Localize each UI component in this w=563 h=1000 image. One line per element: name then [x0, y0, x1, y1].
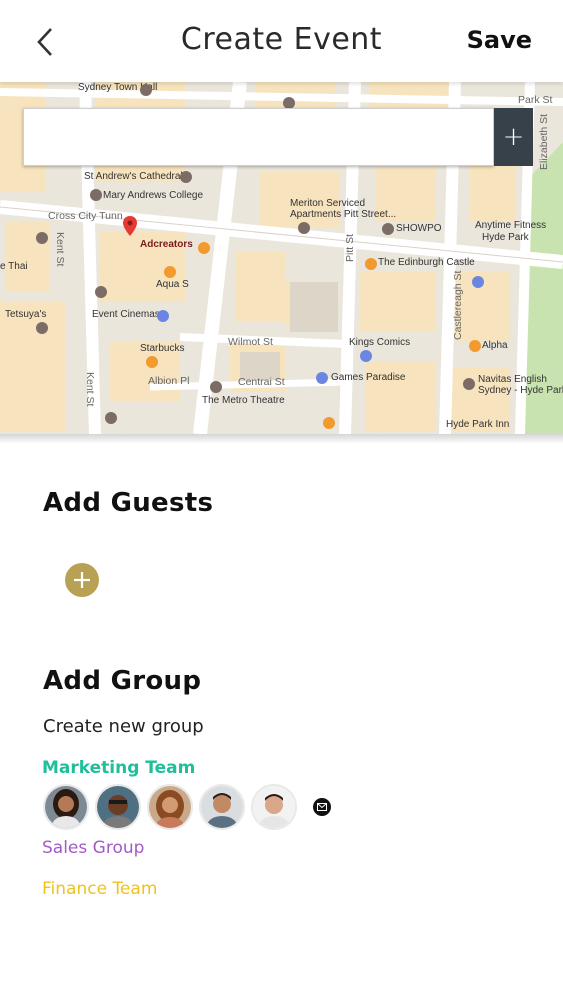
map-label: Albion Pl	[148, 375, 190, 387]
avatar-image	[149, 786, 191, 828]
poi-icon	[472, 276, 484, 288]
poi-icon	[316, 372, 328, 384]
map-label: Hyde Park	[482, 232, 529, 243]
message-group-button[interactable]	[313, 798, 331, 816]
map-label: The Metro Theatre	[202, 395, 285, 406]
add-group-title: Add Group	[43, 666, 202, 696]
plus-circle-icon	[74, 572, 90, 588]
map-label: Alpha	[482, 340, 508, 351]
map-label: The Edinburgh Castle	[378, 257, 475, 268]
poi-icon	[90, 189, 102, 201]
poi-icon	[198, 242, 210, 254]
map-label: e Thai	[0, 261, 28, 272]
location-search-input[interactable]	[24, 109, 493, 165]
add-guests-title: Add Guests	[43, 488, 214, 518]
map-label: Elizabeth St	[538, 113, 550, 170]
map-label: Event Cinemas	[92, 309, 160, 320]
poi-icon	[469, 340, 481, 352]
create-new-group-link[interactable]: Create new group	[43, 716, 204, 737]
poi-icon	[382, 223, 394, 235]
map-divider	[0, 434, 563, 444]
poi-icon	[463, 378, 475, 390]
poi-icon	[105, 412, 117, 424]
avatar-image	[97, 786, 139, 828]
avatar[interactable]	[95, 784, 141, 830]
map-label: Sydney - Hyde Park	[478, 385, 563, 396]
map-label: Cross City Tunn	[48, 210, 123, 222]
map-label: Hyde Park Inn	[446, 419, 510, 430]
map-label: Centrai St	[238, 376, 285, 388]
poi-icon	[298, 222, 310, 234]
location-search-box	[23, 108, 494, 166]
poi-icon	[36, 232, 48, 244]
app-header: Create Event Save	[0, 0, 563, 82]
poi-icon	[210, 381, 222, 393]
map-label: Park St	[518, 94, 553, 106]
avatar-image	[45, 786, 87, 828]
group-sales-group[interactable]: Sales Group	[42, 838, 144, 858]
map-label: Wilmot St	[228, 336, 273, 348]
poi-icon	[164, 266, 176, 278]
avatar-image	[201, 786, 243, 828]
map-label: Kent St	[54, 232, 66, 267]
avatar[interactable]	[147, 784, 193, 830]
map-label: Starbucks	[140, 343, 185, 354]
map-label: Castlereagh St	[452, 270, 464, 340]
add-location-button[interactable]: +	[494, 108, 533, 166]
save-button[interactable]: Save	[467, 26, 532, 54]
map-label: SHOWPO	[396, 223, 442, 234]
avatar-image	[253, 786, 295, 828]
poi-icon	[36, 322, 48, 334]
map-label: Aqua S	[156, 279, 189, 290]
add-guest-button[interactable]	[65, 563, 99, 597]
avatar[interactable]	[251, 784, 297, 830]
poi-icon	[95, 286, 107, 298]
group-members	[43, 784, 331, 830]
group-finance-team[interactable]: Finance Team	[42, 879, 157, 899]
map-label: Navitas English	[478, 374, 547, 385]
avatar[interactable]	[199, 784, 245, 830]
envelope-icon	[317, 803, 327, 811]
poi-icon	[360, 350, 372, 362]
map-view[interactable]: Sydney Town Hall Park St St Andrew's Cat…	[0, 82, 563, 434]
poi-icon	[365, 258, 377, 270]
map-label: Kent St	[84, 372, 96, 407]
location-pin-icon	[123, 216, 137, 236]
map-label: Meriton Serviced	[290, 198, 366, 209]
poi-icon	[323, 417, 335, 429]
poi-icon	[157, 310, 169, 322]
map-label: Games Paradise	[331, 372, 406, 383]
avatar[interactable]	[43, 784, 89, 830]
map-label: Tetsuya's	[5, 309, 47, 320]
poi-icon	[140, 84, 152, 96]
map-label: Anytime Fitness	[475, 220, 547, 231]
poi-icon	[146, 356, 158, 368]
poi-icon	[180, 171, 192, 183]
map-label: St Andrew's Cathedral	[84, 171, 183, 182]
map-label: Adcreators	[140, 239, 193, 250]
group-marketing-team[interactable]: Marketing Team	[42, 758, 195, 778]
map-label: Pitt St	[344, 233, 356, 262]
map-label: Kings Comics	[349, 337, 411, 348]
map-label: Mary Andrews College	[103, 190, 204, 201]
map-label: Apartments Pitt Street...	[290, 209, 397, 220]
